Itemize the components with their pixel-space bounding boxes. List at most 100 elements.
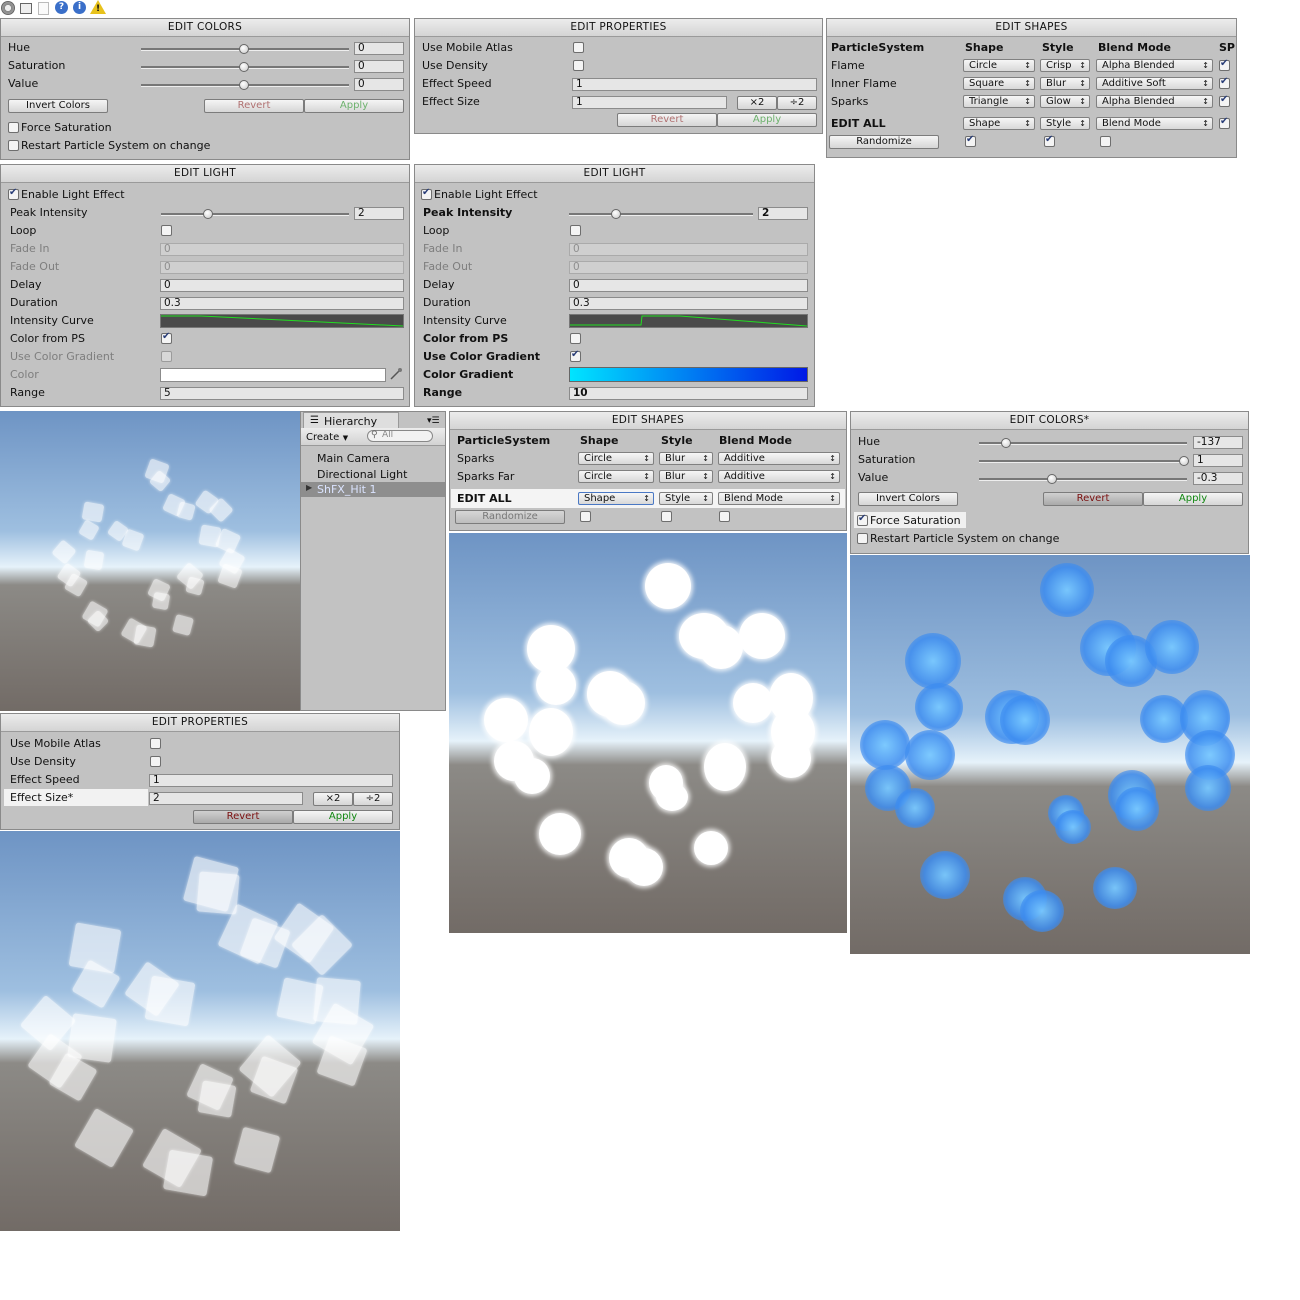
restart-checkbox[interactable] (8, 140, 19, 151)
edit-all-blend-dropdown[interactable]: Blend Mode (1096, 117, 1213, 130)
randomize-button[interactable]: Randomize (829, 135, 939, 149)
randomize-blend-checkbox[interactable] (1100, 136, 1111, 147)
duration-field[interactable]: 0.3 (569, 297, 808, 310)
style-dropdown[interactable]: Blur (659, 470, 713, 483)
delay-field[interactable]: 0 (569, 279, 808, 292)
use-density-checkbox[interactable] (573, 60, 584, 71)
blend-dropdown[interactable]: Alpha Blended (1096, 59, 1213, 72)
effect-speed-field[interactable]: 1 (149, 774, 393, 787)
loop-checkbox[interactable] (161, 225, 172, 236)
hierarchy-item-selected-row[interactable]: ▶ ShFX_Hit 1 (301, 482, 445, 497)
value-slider-thumb[interactable] (1047, 474, 1057, 484)
sp-checkbox[interactable] (1219, 76, 1230, 89)
peak-intensity-thumb[interactable] (203, 209, 213, 219)
window-icon[interactable] (20, 3, 32, 14)
value-field[interactable]: -0.3 (1193, 472, 1243, 485)
apply-button[interactable]: Apply (304, 99, 404, 113)
randomize-shape-checkbox[interactable] (580, 511, 591, 522)
range-field[interactable]: 5 (160, 387, 404, 400)
style-dropdown[interactable]: Blur (659, 452, 713, 465)
fade-in-field[interactable]: 0 (160, 243, 404, 256)
randomize-shape-checkbox[interactable] (965, 134, 976, 147)
hierarchy-menu-icon[interactable]: ▾☰ (427, 416, 440, 426)
color-from-ps-checkbox[interactable] (570, 333, 581, 344)
blend-dropdown[interactable]: Additive (718, 452, 840, 465)
edit-all-style-dropdown[interactable]: Style (1040, 117, 1090, 130)
scene-view-1[interactable] (0, 411, 300, 711)
peak-intensity-slider[interactable] (161, 213, 349, 216)
use-color-gradient-checkbox[interactable] (161, 351, 172, 362)
sp-checkbox[interactable] (1219, 58, 1230, 71)
invert-colors-button[interactable]: Invert Colors (858, 492, 958, 506)
multiply-2-button[interactable]: ×2 (737, 96, 777, 110)
create-dropdown[interactable]: Create ▼ (306, 430, 358, 443)
edit-all-shape-dropdown[interactable]: Shape (578, 492, 654, 505)
apply-button[interactable]: Apply (1143, 492, 1243, 506)
peak-intensity-thumb[interactable] (611, 209, 621, 219)
fade-out-field[interactable]: 0 (569, 261, 808, 274)
saturation-field[interactable]: 1 (1193, 454, 1243, 467)
shape-dropdown[interactable]: Square (963, 77, 1035, 90)
style-dropdown[interactable]: Glow (1040, 95, 1090, 108)
enable-light-checkbox[interactable] (8, 187, 19, 200)
force-saturation-checkbox[interactable] (8, 122, 19, 133)
multiply-2-button[interactable]: ×2 (313, 792, 353, 806)
edit-all-style-dropdown[interactable]: Style (659, 492, 713, 505)
hue-slider-thumb[interactable] (239, 44, 249, 54)
style-dropdown[interactable]: Blur (1040, 77, 1090, 90)
effect-size-field[interactable]: 2 (149, 792, 303, 805)
blend-dropdown[interactable]: Additive Soft (1096, 77, 1213, 90)
randomize-style-checkbox[interactable] (661, 511, 672, 522)
color-from-ps-checkbox[interactable] (161, 331, 172, 344)
peak-intensity-field[interactable]: 2 (354, 207, 404, 220)
peak-intensity-field[interactable]: 2 (758, 207, 808, 220)
shape-dropdown[interactable]: Circle (963, 59, 1035, 72)
revert-button[interactable]: Revert (204, 99, 304, 113)
restart-checkbox[interactable] (857, 533, 868, 544)
randomize-style-checkbox[interactable] (1044, 134, 1055, 147)
hue-field[interactable]: 0 (354, 42, 404, 55)
hue-field[interactable]: -137 (1193, 436, 1243, 449)
intensity-curve-field[interactable] (569, 314, 808, 328)
edit-all-blend-dropdown[interactable]: Blend Mode (718, 492, 840, 505)
fade-out-field[interactable]: 0 (160, 261, 404, 274)
saturation-field[interactable]: 0 (354, 60, 404, 73)
scene-view-4[interactable] (0, 831, 400, 1231)
force-saturation-checkbox[interactable] (857, 513, 868, 526)
revert-button[interactable]: Revert (617, 113, 717, 127)
revert-button[interactable]: Revert (1043, 492, 1143, 506)
blend-dropdown[interactable]: Additive (718, 470, 840, 483)
help-icon[interactable]: ? (55, 1, 68, 14)
hierarchy-search-input[interactable]: ⚲ All (367, 430, 433, 442)
delay-field[interactable]: 0 (160, 279, 404, 292)
blend-dropdown[interactable]: Alpha Blended (1096, 95, 1213, 108)
edit-all-sp-checkbox[interactable] (1219, 116, 1230, 129)
divide-2-button[interactable]: ÷2 (777, 96, 817, 110)
shape-dropdown[interactable]: Circle (578, 470, 654, 483)
fade-in-field[interactable]: 0 (569, 243, 808, 256)
effect-speed-field[interactable]: 1 (572, 78, 817, 91)
style-dropdown[interactable]: Crisp (1040, 59, 1090, 72)
use-mobile-atlas-checkbox[interactable] (150, 738, 161, 749)
doc-icon[interactable] (38, 2, 49, 15)
enable-light-checkbox[interactable] (421, 187, 432, 200)
gear-icon[interactable] (1, 1, 15, 15)
expand-arrow-icon[interactable]: ▶ (306, 483, 312, 492)
scene-view-3[interactable] (850, 555, 1250, 954)
value-slider-thumb[interactable] (239, 80, 249, 90)
scene-view-2[interactable] (449, 533, 847, 933)
randomize-blend-checkbox[interactable] (719, 511, 730, 522)
color-gradient-field[interactable] (569, 367, 808, 382)
duration-field[interactable]: 0.3 (160, 297, 404, 310)
peak-intensity-slider[interactable] (569, 213, 753, 216)
saturation-slider-thumb[interactable] (1179, 456, 1189, 466)
shape-dropdown[interactable]: Triangle (963, 95, 1035, 108)
hue-slider-thumb[interactable] (1001, 438, 1011, 448)
randomize-button[interactable]: Randomize (455, 510, 565, 524)
divide-2-button[interactable]: ÷2 (353, 792, 393, 806)
info-icon[interactable]: i (73, 1, 86, 14)
apply-button[interactable]: Apply (717, 113, 817, 127)
invert-colors-button[interactable]: Invert Colors (8, 99, 108, 113)
sp-checkbox[interactable] (1219, 94, 1230, 107)
loop-checkbox[interactable] (570, 225, 581, 236)
